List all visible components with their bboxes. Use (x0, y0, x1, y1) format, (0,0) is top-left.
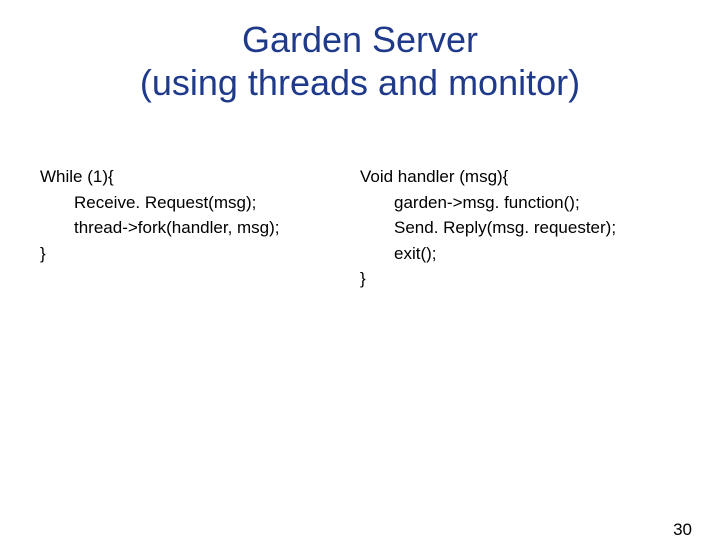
right-code-block: Void handler (msg){ garden->msg. functio… (360, 164, 680, 292)
title-line-1: Garden Server (0, 18, 720, 61)
code-line: While (1){ (40, 164, 360, 190)
slide-title: Garden Server (using threads and monitor… (0, 18, 720, 104)
code-line: Void handler (msg){ (360, 164, 680, 190)
code-line: Send. Reply(msg. requester); (360, 215, 680, 241)
code-line: Receive. Request(msg); (40, 190, 360, 216)
code-line: garden->msg. function(); (360, 190, 680, 216)
left-code-block: While (1){ Receive. Request(msg); thread… (40, 164, 360, 292)
title-line-2: (using threads and monitor) (0, 61, 720, 104)
code-line: exit(); (360, 241, 680, 267)
code-line: } (360, 266, 680, 292)
code-line: } (40, 241, 360, 267)
code-line: thread->fork(handler, msg); (40, 215, 360, 241)
page-number: 30 (673, 520, 692, 540)
slide-content: While (1){ Receive. Request(msg); thread… (0, 164, 720, 292)
